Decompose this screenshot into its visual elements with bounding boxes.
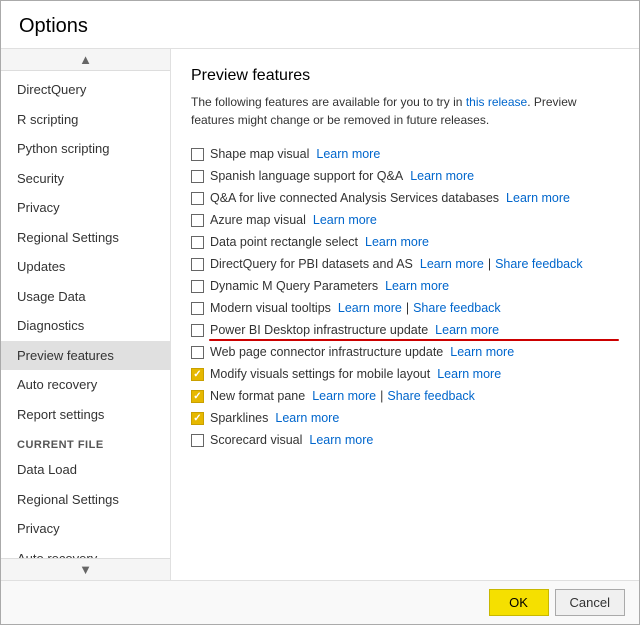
pipe-modern-tooltips: |	[406, 301, 409, 315]
ok-button[interactable]: OK	[489, 589, 549, 616]
feature-label-directquery-pbi: DirectQuery for PBI datasets and AS	[210, 257, 413, 271]
dialog-body: ▲ DirectQueryR scriptingPython scripting…	[1, 49, 639, 580]
cancel-button[interactable]: Cancel	[555, 589, 625, 616]
sidebar-item-cf-privacy[interactable]: Privacy	[1, 514, 170, 544]
feature-item-pbi-infra: Power BI Desktop infrastructure update Le…	[191, 319, 619, 341]
feature-item-shape-map: Shape map visual Learn more	[191, 143, 619, 165]
sidebar-item-updates[interactable]: Updates	[1, 252, 170, 282]
scroll-down-icon: ▼	[79, 562, 92, 577]
feature-label-shape-map: Shape map visual	[210, 147, 309, 161]
sidebar-item-r-scripting[interactable]: R scripting	[1, 105, 170, 135]
feature-item-data-point-rect: Data point rectangle select Learn more	[191, 231, 619, 253]
checkbox-web-connector[interactable]	[191, 346, 204, 359]
sidebar-item-cf-regional-settings[interactable]: Regional Settings	[1, 485, 170, 515]
desc-part1: The following features are available for…	[191, 95, 466, 109]
learn-more-sparklines[interactable]: Learn more	[275, 411, 339, 425]
checkbox-new-format[interactable]	[191, 390, 204, 403]
checkbox-scorecard[interactable]	[191, 434, 204, 447]
desc-highlight: this release	[466, 95, 527, 109]
checkbox-directquery-pbi[interactable]	[191, 258, 204, 271]
sidebar-item-usage-data[interactable]: Usage Data	[1, 282, 170, 312]
sidebar-item-python-scripting[interactable]: Python scripting	[1, 134, 170, 164]
checkbox-modify-visuals[interactable]	[191, 368, 204, 381]
sidebar-item-privacy[interactable]: Privacy	[1, 193, 170, 223]
feature-label-qna-live: Q&A for live connected Analysis Services…	[210, 191, 499, 205]
feature-label-spanish-lang: Spanish language support for Q&A	[210, 169, 403, 183]
sidebar-item-report-settings[interactable]: Report settings	[1, 400, 170, 430]
sidebar-item-regional-settings[interactable]: Regional Settings	[1, 223, 170, 253]
feature-item-sparklines: Sparklines Learn more	[191, 407, 619, 429]
sidebar-scroll-down[interactable]: ▼	[1, 558, 170, 580]
learn-more-web-connector[interactable]: Learn more	[450, 345, 514, 359]
feature-label-web-connector: Web page connector infrastructure update	[210, 345, 443, 359]
share-feedback-modern-tooltips[interactable]: Share feedback	[413, 301, 501, 315]
learn-more-data-point-rect[interactable]: Learn more	[365, 235, 429, 249]
feature-item-scorecard: Scorecard visual Learn more	[191, 429, 619, 451]
checkbox-spanish-lang[interactable]	[191, 170, 204, 183]
feature-label-new-format: New format pane	[210, 389, 305, 403]
sidebar-item-security[interactable]: Security	[1, 164, 170, 194]
checkbox-data-point-rect[interactable]	[191, 236, 204, 249]
checkbox-modern-tooltips[interactable]	[191, 302, 204, 315]
learn-more-azure-map[interactable]: Learn more	[313, 213, 377, 227]
sidebar-item-cf-auto-recovery[interactable]: Auto recovery	[1, 544, 170, 559]
sidebar: ▲ DirectQueryR scriptingPython scripting…	[1, 49, 171, 580]
feature-item-modern-tooltips: Modern visual tooltips Learn more | Share f…	[191, 297, 619, 319]
feature-item-new-format: New format pane Learn more | Share feedback	[191, 385, 619, 407]
dialog-footer: OK Cancel	[1, 580, 639, 624]
learn-more-scorecard[interactable]: Learn more	[309, 433, 373, 447]
learn-more-shape-map[interactable]: Learn more	[316, 147, 380, 161]
sidebar-list: DirectQueryR scriptingPython scriptingSe…	[1, 71, 171, 558]
feature-label-dynamic-m: Dynamic M Query Parameters	[210, 279, 378, 293]
feature-item-directquery-pbi: DirectQuery for PBI datasets and AS Learn…	[191, 253, 619, 275]
options-dialog: Options ▲ DirectQueryR scriptingPython s…	[0, 0, 640, 625]
feature-item-azure-map: Azure map visual Learn more	[191, 209, 619, 231]
feature-label-scorecard: Scorecard visual	[210, 433, 302, 447]
main-title: Preview features	[191, 67, 619, 85]
sidebar-item-cf-data-load[interactable]: Data Load	[1, 455, 170, 485]
scroll-up-icon: ▲	[79, 52, 92, 67]
learn-more-dynamic-m[interactable]: Learn more	[385, 279, 449, 293]
learn-more-modify-visuals[interactable]: Learn more	[437, 367, 501, 381]
learn-more-directquery-pbi[interactable]: Learn more	[420, 257, 484, 271]
feature-label-azure-map: Azure map visual	[210, 213, 306, 227]
feature-item-modify-visuals: Modify visuals settings for mobile layou…	[191, 363, 619, 385]
sidebar-scroll-up[interactable]: ▲	[1, 49, 170, 71]
feature-list: Shape map visualLearn moreSpanish langua…	[191, 143, 619, 451]
checkbox-azure-map[interactable]	[191, 214, 204, 227]
feature-label-sparklines: Sparklines	[210, 411, 268, 425]
pipe-new-format: |	[380, 389, 383, 403]
dialog-title: Options	[1, 1, 639, 49]
feature-item-spanish-lang: Spanish language support for Q&A Learn mo…	[191, 165, 619, 187]
checkbox-pbi-infra[interactable]	[191, 324, 204, 337]
learn-more-modern-tooltips[interactable]: Learn more	[338, 301, 402, 315]
sidebar-item-directquery[interactable]: DirectQuery	[1, 75, 170, 105]
feature-item-qna-live: Q&A for live connected Analysis Services…	[191, 187, 619, 209]
sidebar-item-auto-recovery[interactable]: Auto recovery	[1, 370, 170, 400]
feature-label-data-point-rect: Data point rectangle select	[210, 235, 358, 249]
learn-more-pbi-infra[interactable]: Learn more	[435, 323, 499, 337]
feature-item-web-connector: Web page connector infrastructure update…	[191, 341, 619, 363]
checkbox-shape-map[interactable]	[191, 148, 204, 161]
main-description: The following features are available for…	[191, 93, 619, 129]
main-content: Preview features The following features …	[171, 49, 639, 580]
learn-more-qna-live[interactable]: Learn more	[506, 191, 570, 205]
checkbox-sparklines[interactable]	[191, 412, 204, 425]
feature-label-modify-visuals: Modify visuals settings for mobile layou…	[210, 367, 430, 381]
sidebar-item-diagnostics[interactable]: Diagnostics	[1, 311, 170, 341]
feature-item-dynamic-m: Dynamic M Query Parameters Learn more	[191, 275, 619, 297]
current-file-header: CURRENT FILE	[1, 429, 170, 455]
feature-label-modern-tooltips: Modern visual tooltips	[210, 301, 331, 315]
learn-more-spanish-lang[interactable]: Learn more	[410, 169, 474, 183]
checkbox-qna-live[interactable]	[191, 192, 204, 205]
sidebar-item-preview-features[interactable]: Preview features	[1, 341, 170, 371]
share-feedback-directquery-pbi[interactable]: Share feedback	[495, 257, 583, 271]
share-feedback-new-format[interactable]: Share feedback	[387, 389, 475, 403]
feature-label-pbi-infra: Power BI Desktop infrastructure update	[210, 323, 428, 337]
checkbox-dynamic-m[interactable]	[191, 280, 204, 293]
pipe-directquery-pbi: |	[488, 257, 491, 271]
learn-more-new-format[interactable]: Learn more	[312, 389, 376, 403]
